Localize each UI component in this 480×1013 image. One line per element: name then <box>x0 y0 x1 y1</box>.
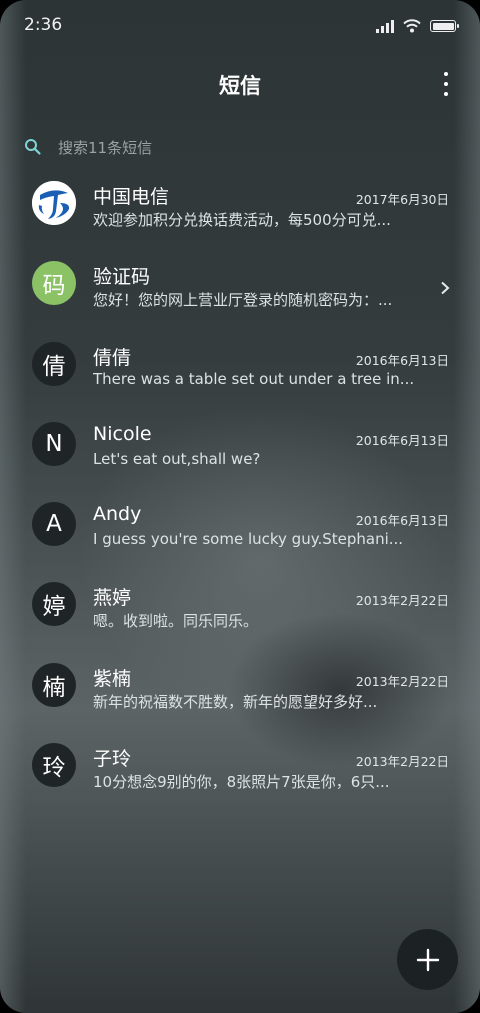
more-dot-icon <box>444 92 448 96</box>
page-title: 短信 <box>219 74 261 98</box>
contact-name: 验证码 <box>93 266 151 289</box>
contact-name: 紫楠 <box>93 667 132 690</box>
more-dot-icon <box>444 72 448 76</box>
message-snippet: There was a table set out under a tree i… <box>93 369 415 388</box>
conversation-item[interactable]: 码 验证码 您好！您的网上营业厅登录的随机密码为：... <box>0 245 480 325</box>
more-options-button[interactable] <box>440 72 452 96</box>
conversation-item[interactable]: A Andy 2016年6月13日 I guess you're some lu… <box>0 486 480 566</box>
contact-name: Nicole <box>93 422 152 445</box>
search-bar[interactable]: 搜索11条短信 <box>24 132 424 162</box>
avatar: 倩 <box>32 341 76 386</box>
message-date: 2017年6月30日 <box>355 192 449 207</box>
conversation-item[interactable]: 婷 燕婷 2013年2月22日 嗯。收到啦。同乐同乐。 <box>0 566 480 646</box>
title-bar: 短信 <box>0 58 480 110</box>
message-snippet: 欢迎参加积分兑换话费活动，每500分可兑... <box>93 211 391 229</box>
search-icon <box>25 139 41 155</box>
status-bar: 2:36 <box>0 0 480 52</box>
contact-name: Andy <box>93 503 142 526</box>
avatar: 玲 <box>32 743 76 788</box>
message-snippet: 10分想念9别的你，8张照片7张是你，6只... <box>93 773 390 792</box>
conversation-list: 中国电信 2017年6月30日 欢迎参加积分兑换话费活动，每500分可兑... … <box>0 165 480 807</box>
contact-name: 燕婷 <box>93 587 132 610</box>
contact-name: 子玲 <box>93 748 132 771</box>
message-snippet: 新年的祝福数不胜数，新年的愿望好多好... <box>93 692 378 711</box>
china-telecom-logo-icon <box>32 181 76 225</box>
status-time: 2:36 <box>24 15 63 35</box>
status-icons <box>376 16 459 36</box>
message-snippet: I guess you're some lucky guy.Stephani..… <box>93 530 404 549</box>
conversation-item[interactable]: 玲 子玲 2013年2月22日 10分想念9别的你，8张照片7张是你，6只... <box>0 727 480 807</box>
screen: 2:36 短信 搜索11条短信 中国电信 2017年6月30日 欢迎参加积分兑换… <box>0 0 480 1013</box>
message-date: 2016年6月13日 <box>355 513 449 529</box>
chevron-right-icon[interactable] <box>440 281 450 295</box>
avatar: 码 <box>32 261 76 306</box>
more-dot-icon <box>444 82 448 86</box>
plus-icon <box>416 948 439 971</box>
avatar: A <box>32 502 76 547</box>
contact-name: 中国电信 <box>93 186 170 208</box>
new-message-button[interactable] <box>397 929 458 990</box>
conversation-item[interactable]: 中国电信 2017年6月30日 欢迎参加积分兑换话费活动，每500分可兑... <box>0 165 480 245</box>
message-snippet: Let's eat out,shall we? <box>93 449 261 468</box>
message-date: 2016年6月13日 <box>355 432 449 448</box>
search-input[interactable]: 搜索11条短信 <box>58 137 152 158</box>
message-snippet: 您好！您的网上营业厅登录的随机密码为：... <box>93 291 393 310</box>
message-date: 2013年2月22日 <box>355 593 449 609</box>
wifi-icon <box>403 19 421 33</box>
conversation-item[interactable]: 楠 紫楠 2013年2月22日 新年的祝福数不胜数，新年的愿望好多好... <box>0 647 480 727</box>
signal-icon <box>376 19 394 33</box>
avatar: N <box>32 421 76 466</box>
battery-icon <box>430 20 459 32</box>
message-snippet: 嗯。收到啦。同乐同乐。 <box>93 612 259 631</box>
avatar: 婷 <box>32 582 76 627</box>
contact-name: 倩倩 <box>93 346 132 369</box>
message-date: 2013年2月22日 <box>355 673 449 689</box>
conversation-item[interactable]: 倩 倩倩 2016年6月13日 There was a table set ou… <box>0 326 480 406</box>
avatar: 楠 <box>32 662 76 707</box>
conversation-item[interactable]: N Nicole 2016年6月13日 Let's eat out,shall … <box>0 406 480 486</box>
message-date: 2013年2月22日 <box>355 754 449 770</box>
message-date: 2016年6月13日 <box>355 352 449 368</box>
